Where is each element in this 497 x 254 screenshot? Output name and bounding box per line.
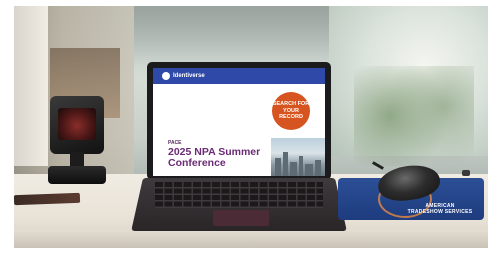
skyline-building xyxy=(299,156,303,176)
conference-title-line2: Conference xyxy=(168,157,226,169)
brand-name: Identiverse xyxy=(173,73,205,79)
scanner-head xyxy=(50,96,104,154)
search-record-button[interactable]: SEARCH FOR YOUR RECORD xyxy=(272,92,310,130)
mousepad-brand: AMERICAN TRADESHOW SERVICES xyxy=(395,203,485,215)
background-ceiling xyxy=(134,6,334,66)
table-edge xyxy=(14,230,488,248)
screen-header-bar: Identiverse xyxy=(153,68,325,84)
skyline-building xyxy=(315,160,321,176)
skyline-building xyxy=(305,164,313,176)
brand-logo-icon xyxy=(162,72,170,80)
keyboard-rows xyxy=(155,182,323,208)
scanner-base xyxy=(48,166,106,184)
badge-scanner xyxy=(48,96,106,184)
laptop-screen: Identiverse SEARCH FOR YOUR RECORD PACE … xyxy=(153,68,325,176)
background-plants xyxy=(354,66,474,166)
webcam-device xyxy=(462,170,470,176)
skyline-building xyxy=(290,162,297,176)
skyline-building xyxy=(283,152,288,176)
trackpad xyxy=(213,210,269,226)
scanner-window xyxy=(58,108,96,140)
background-column xyxy=(14,6,48,166)
conference-title: 2025 NPA Summer Conference xyxy=(168,147,283,169)
mousepad-brand-line2: TRADESHOW SERVICES xyxy=(407,208,473,215)
search-record-label: SEARCH FOR YOUR RECORD xyxy=(272,101,310,121)
